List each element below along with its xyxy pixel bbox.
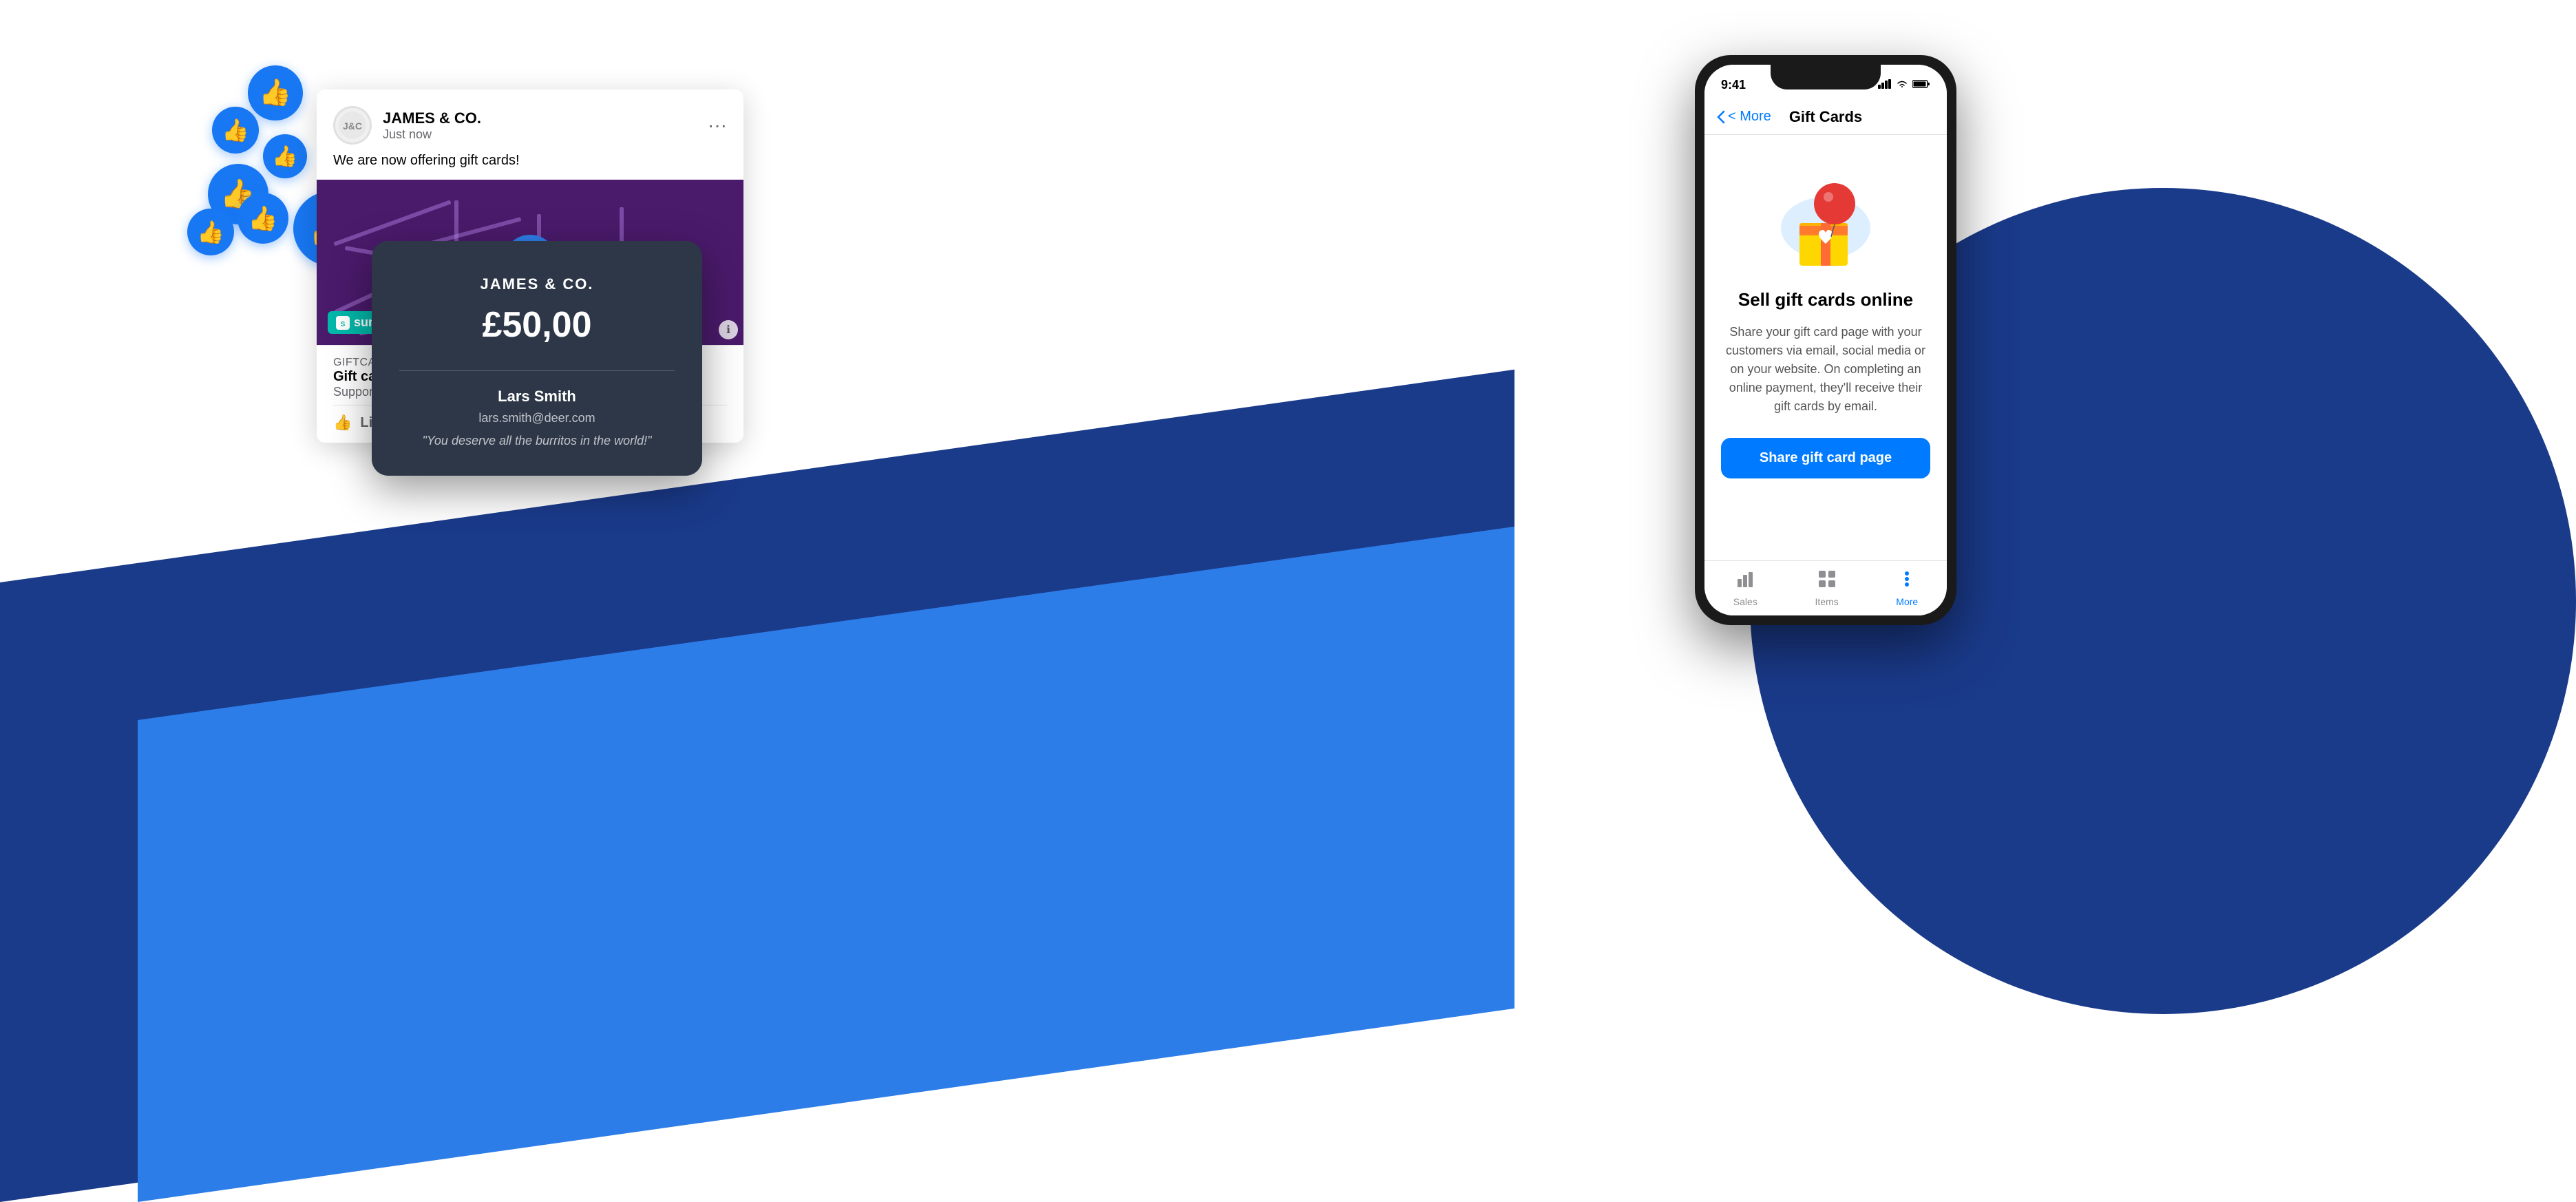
wifi-icon: [1896, 79, 1908, 91]
sales-icon: [1735, 569, 1755, 593]
gift-card-recipient-name: Lars Smith: [399, 388, 675, 405]
avatar-inner: J&C: [335, 108, 370, 143]
phone-mockup: 9:41: [1695, 55, 1956, 625]
tab-sales-label: Sales: [1733, 596, 1757, 607]
tab-items[interactable]: Items: [1815, 569, 1838, 607]
tab-sales[interactable]: Sales: [1733, 569, 1757, 607]
svg-text:S: S: [341, 321, 346, 328]
phone-main-content: Sell gift cards online Share your gift c…: [1704, 135, 1947, 560]
phone-nav-bar: < More Gift Cards: [1704, 99, 1947, 135]
phone-body: 9:41: [1695, 55, 1956, 625]
fb-card-header: J&C JAMES & CO. Just now ···: [317, 89, 743, 153]
fb-merchant-name: JAMES & CO.: [383, 109, 481, 127]
map-info-icon: ℹ: [719, 320, 738, 339]
like-float-2: 👍: [212, 107, 259, 154]
fb-post-info: JAMES & CO. Just now: [383, 109, 481, 142]
status-time: 9:41: [1721, 78, 1746, 92]
status-icons: [1878, 79, 1930, 91]
gift-card-divider: [399, 370, 675, 371]
sell-gift-cards-description: Share your gift card page with your cust…: [1721, 323, 1930, 416]
signal-icon: [1878, 79, 1892, 91]
phone-tab-bar: Sales Items: [1704, 560, 1947, 615]
fb-post-text: We are now offering gift cards!: [317, 153, 743, 180]
gift-card-amount: £50,00: [399, 304, 675, 346]
share-gift-card-button[interactable]: Share gift card page: [1721, 438, 1930, 478]
thumbs-up-icon: 👍: [237, 193, 288, 244]
like-float-5: 👍: [237, 193, 288, 244]
battery-icon: [1912, 79, 1930, 91]
like-icon: 👍: [333, 414, 352, 432]
fb-more-dots[interactable]: ···: [708, 114, 727, 136]
nav-back-label: < More: [1728, 109, 1771, 125]
thumbs-up-icon: 👍: [212, 107, 259, 154]
like-float-3: 👍: [263, 134, 307, 178]
gift-card-merchant: JAMES & CO.: [399, 275, 675, 293]
phone-notch: [1771, 65, 1881, 89]
svg-text:J&C: J&C: [343, 120, 362, 131]
sell-gift-cards-title: Sell gift cards online: [1738, 289, 1913, 310]
items-icon: [1817, 569, 1837, 593]
phone-screen: 9:41: [1704, 65, 1947, 615]
fb-post-time: Just now: [383, 127, 481, 142]
thumbs-up-icon: 👍: [263, 134, 307, 178]
nav-title: Gift Cards: [1789, 108, 1862, 126]
tab-more[interactable]: More: [1896, 569, 1918, 607]
like-float-6: 👍: [187, 209, 234, 255]
thumbs-up-icon: 👍: [187, 209, 234, 255]
nav-back-button[interactable]: < More: [1717, 109, 1771, 125]
gift-card: JAMES & CO. £50,00 Lars Smith lars.smith…: [372, 241, 702, 476]
tab-items-label: Items: [1815, 596, 1838, 607]
gift-card-message: "You deserve all the burritos in the wor…: [399, 434, 675, 448]
more-icon: [1897, 569, 1917, 593]
tab-more-label: More: [1896, 596, 1918, 607]
gift-card-recipient-email: lars.smith@deer.com: [399, 411, 675, 425]
gift-card-illustration: [1771, 162, 1881, 273]
avatar: J&C: [333, 106, 372, 145]
